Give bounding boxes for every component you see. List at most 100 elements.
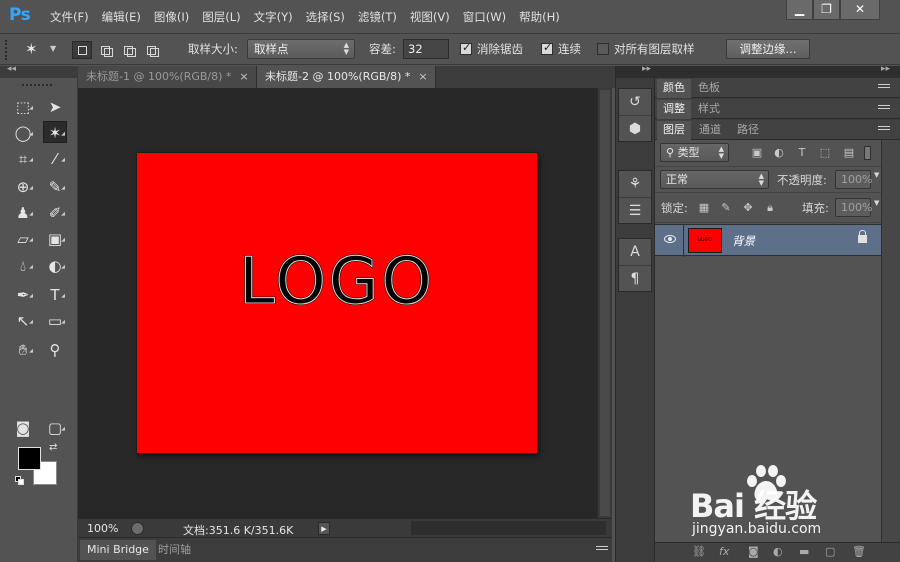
type-tool[interactable]: T ◢ [43, 283, 67, 305]
close-icon[interactable]: × [239, 70, 248, 83]
history-brush-tool[interactable]: ✐ ◢ [43, 201, 67, 223]
panel-menu-icon[interactable] [878, 126, 890, 134]
menu-layer[interactable]: 图层(L) [202, 9, 240, 25]
add-selection-button[interactable] [95, 41, 115, 59]
adjustment-layer-icon[interactable]: ◐ [773, 545, 783, 558]
brush-tool[interactable]: ✎ ◢ [43, 175, 67, 197]
tab-layers[interactable]: 图层 [657, 121, 691, 140]
lock-position-icon[interactable]: ✥ [741, 201, 755, 215]
filter-smart-object-icon[interactable]: ▤ [842, 146, 856, 160]
tab-timeline[interactable]: 时间轴 [151, 540, 198, 560]
brush-panel-button[interactable]: ☰ [619, 197, 651, 223]
chevron-down-icon[interactable]: ▼ [874, 171, 879, 179]
refine-edge-button[interactable]: 调整边缘... [726, 39, 810, 59]
tab-adjustments[interactable]: 调整 [657, 100, 691, 119]
filter-type-select[interactable]: ⚲ 类型 ▲ ▼ [660, 143, 729, 162]
panel-menu-icon[interactable] [878, 84, 890, 92]
menu-edit[interactable]: 编辑(E) [102, 9, 141, 25]
quick-mask-button[interactable]: ◙ [11, 416, 35, 438]
path-selection-tool[interactable]: ↖ ◢ [11, 309, 35, 331]
eyedropper-tool[interactable]: ⁄ ◢ [43, 147, 67, 169]
lock-transparent-icon[interactable]: ▦ [697, 201, 711, 215]
zoom-level[interactable]: 100% [87, 522, 118, 535]
eraser-tool[interactable]: ▱ ◢ [11, 227, 35, 249]
lock-all-icon[interactable]: 🔒︎ [763, 201, 777, 215]
pen-tool[interactable]: ✒ ◢ [11, 283, 35, 305]
zoom-tool[interactable]: ⚲ [43, 338, 67, 360]
contiguous-checkbox[interactable]: ✓ 连续 [541, 41, 581, 57]
marquee-tool[interactable]: ⬚ ◢ [11, 95, 35, 117]
new-layer-icon[interactable]: ▢ [825, 545, 835, 558]
mask-icon[interactable]: ◙ [748, 545, 759, 558]
subtract-selection-button[interactable] [118, 41, 138, 59]
character-panel-button[interactable]: A [619, 239, 651, 265]
menu-view[interactable]: 视图(V) [410, 9, 450, 25]
screen-mode-button[interactable]: ▢ ◢ [43, 416, 67, 438]
trash-icon[interactable]: 🗑︎ [852, 545, 866, 558]
fill-input[interactable]: 100% [835, 198, 872, 217]
blend-mode-select[interactable]: 正常 ▲ ▼ [660, 170, 769, 189]
3d-panel-button[interactable]: ⬢ [619, 115, 651, 141]
menu-window[interactable]: 窗口(W) [463, 9, 506, 25]
horizontal-scrollbar[interactable] [411, 521, 606, 535]
menu-type[interactable]: 文字(Y) [254, 9, 293, 25]
menu-image[interactable]: 图像(I) [154, 9, 189, 25]
filter-pixel-icon[interactable]: ▣ [750, 146, 764, 160]
document-canvas[interactable]: LOGO LOGO [137, 153, 537, 453]
tab-channels[interactable]: 通道 [693, 121, 727, 140]
document-tab-1[interactable]: 未标题-1 @ 100%(RGB/8) * × [78, 66, 257, 88]
tab-color[interactable]: 颜色 [657, 79, 691, 98]
options-bar-grip[interactable] [5, 40, 8, 60]
collapse-arrows-icon[interactable]: ▸▸ [642, 64, 651, 74]
lasso-tool[interactable]: ◯ ◢ [11, 121, 35, 143]
menu-help[interactable]: 帮助(H) [519, 9, 560, 25]
restore-button[interactable]: ❐ [813, 0, 840, 20]
lock-image-icon[interactable]: ✎ [719, 201, 733, 215]
layer-item-background[interactable]: LOGO 背景 [655, 224, 881, 257]
opacity-input[interactable]: 100% [835, 170, 872, 189]
collapse-arrows-icon[interactable]: ▸▸ [881, 64, 890, 74]
fx-button[interactable]: fx [719, 545, 729, 558]
close-button[interactable]: ✕ [840, 0, 880, 20]
hand-tool[interactable]: ✋︎ ◢ [11, 338, 35, 360]
tab-swatches[interactable]: 色板 [692, 79, 726, 98]
new-selection-button[interactable] [72, 41, 92, 59]
panel-menu-icon[interactable] [878, 105, 890, 113]
menu-filter[interactable]: 滤镜(T) [358, 9, 397, 25]
share-icon[interactable] [131, 522, 144, 535]
blur-tool[interactable]: 💧︎ ◢ [11, 254, 35, 276]
tool-preset-picker[interactable]: ✶ ▼ [22, 40, 62, 60]
move-tool[interactable]: ➤ [43, 95, 67, 117]
document-tab-2[interactable]: 未标题-2 @ 100%(RGB/8) * × [257, 66, 436, 88]
default-colors-icon[interactable] [15, 476, 25, 486]
magic-wand-tool[interactable]: ✶ ◢ [43, 121, 67, 143]
filter-toggle-switch[interactable] [864, 146, 871, 160]
eye-icon[interactable] [664, 235, 676, 243]
vertical-scrollbar[interactable] [597, 88, 612, 518]
collapse-arrows-icon[interactable]: ◂◂ [7, 64, 16, 74]
intersect-selection-button[interactable] [141, 41, 161, 59]
clone-stamp-tool[interactable]: ♟ ◢ [11, 201, 35, 223]
toolbox-grip[interactable] [22, 84, 52, 87]
layers-scrollbar[interactable] [881, 140, 900, 542]
crop-tool[interactable]: ⌗ ◢ [11, 147, 35, 169]
paragraph-panel-button[interactable]: ¶ [619, 265, 651, 291]
menu-file[interactable]: 文件(F) [50, 9, 89, 25]
history-panel-button[interactable]: ↺ [619, 89, 651, 115]
tab-mini-bridge[interactable]: Mini Bridge [80, 540, 156, 560]
swap-colors-icon[interactable]: ⇄ [49, 442, 57, 453]
foreground-color-swatch[interactable] [18, 447, 41, 470]
folder-icon[interactable]: ▬ [799, 545, 809, 558]
filter-shape-icon[interactable]: ⬚ [818, 146, 832, 160]
minimize-button[interactable]: ▁ [786, 0, 813, 20]
panel-menu-icon[interactable] [596, 546, 608, 554]
tolerance-input[interactable]: 32 [403, 39, 449, 59]
filter-type-icon[interactable]: T [795, 146, 809, 160]
tab-styles[interactable]: 样式 [692, 100, 726, 119]
play-arrow-icon[interactable]: ▶ [318, 522, 330, 535]
chevron-down-icon[interactable]: ▼ [874, 199, 879, 207]
brush-preset-panel-button[interactable]: ⚘ [619, 171, 651, 197]
tab-paths[interactable]: 路径 [731, 121, 765, 140]
close-icon[interactable]: × [418, 70, 427, 83]
dodge-tool[interactable]: ◐ ◢ [43, 254, 67, 276]
